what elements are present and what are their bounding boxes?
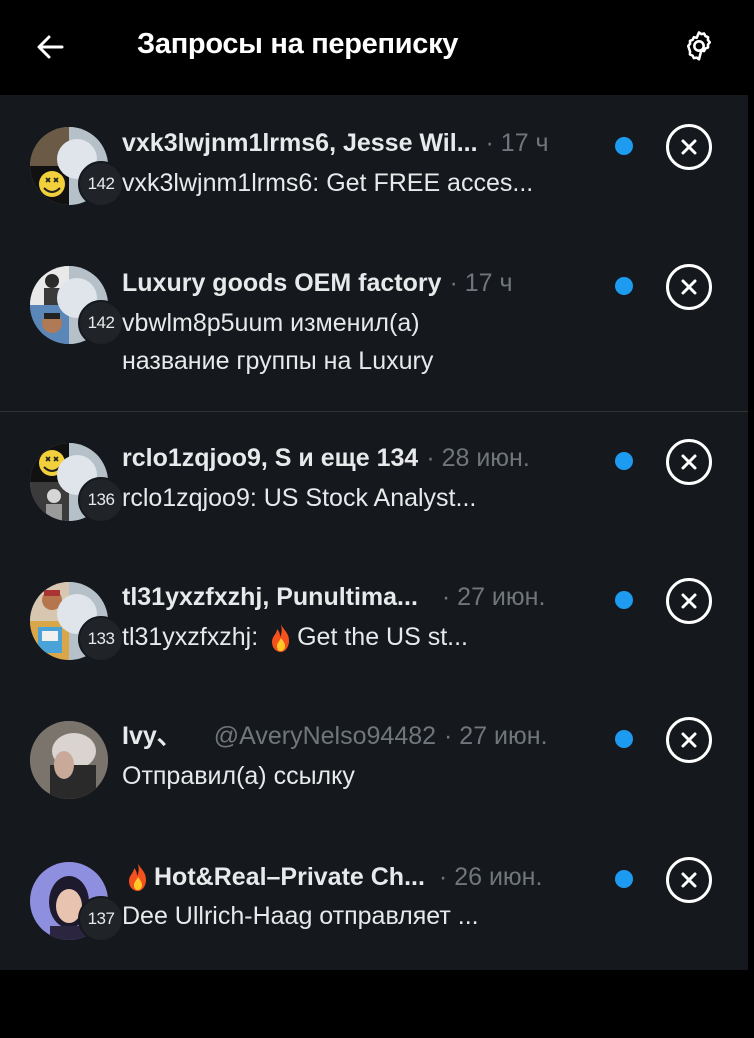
unread-dot bbox=[615, 137, 633, 155]
conversation-name: rclo1zqjoo9, S и еще 134 bbox=[122, 444, 419, 472]
list-item[interactable]: 133 tl31yxzfxzhj, Punultima... · 27 июн.… bbox=[0, 551, 748, 690]
close-icon bbox=[681, 732, 697, 748]
list-item[interactable]: 136 rclo1zqjoo9, S и еще 134 · 28 июн. r… bbox=[0, 412, 748, 551]
conversation-header: Ivy、 @AveryNelso94482 · 27 июн. bbox=[122, 721, 548, 751]
close-icon bbox=[681, 593, 697, 609]
timestamp: · 26 июн. bbox=[438, 863, 543, 891]
conversation-header: tl31yxzfxzhj, Punultima... · 27 июн. bbox=[122, 582, 545, 612]
conversation-name: Luxury goods OEM factory bbox=[122, 269, 442, 297]
message-preview-continued: название группы на Luxury bbox=[122, 347, 434, 375]
group-avatar: 142 bbox=[30, 266, 124, 346]
conversation-name: Ivy、 bbox=[122, 722, 182, 750]
participant-count-badge: 142 bbox=[78, 300, 124, 346]
message-preview: vxk3lwjnm1lrms6: Get FREE acces... bbox=[122, 169, 534, 197]
message-preview: Отправил(а) ссылку bbox=[122, 762, 355, 790]
preview-sender: tl31yxzfxzhj: bbox=[122, 623, 266, 651]
dismiss-button[interactable] bbox=[666, 857, 712, 903]
conversation-header: Hot&Real–Private Ch... · 26 июн. bbox=[122, 861, 542, 893]
list-item[interactable]: 142 vxk3lwjnm1lrms6, Jesse Wil... · 17 ч… bbox=[0, 95, 748, 235]
dismiss-button[interactable] bbox=[666, 264, 712, 310]
close-icon bbox=[681, 279, 697, 295]
list-item[interactable]: 142 Luxury goods OEM factory · 17 ч vbwl… bbox=[0, 235, 748, 411]
dismiss-button[interactable] bbox=[666, 717, 712, 763]
settings-button[interactable] bbox=[678, 25, 720, 67]
list-item[interactable]: 137 Hot&Real–Private Ch... · 26 июн. Dee… bbox=[0, 830, 748, 970]
close-icon bbox=[681, 139, 697, 155]
participant-count-badge: 136 bbox=[78, 477, 124, 523]
page-title: Запросы на переписку bbox=[137, 28, 459, 60]
participant-count-badge: 137 bbox=[78, 896, 124, 942]
dismiss-button[interactable] bbox=[666, 439, 712, 485]
conversation-name: Hot&Real–Private Ch... bbox=[154, 863, 425, 891]
dismiss-button[interactable] bbox=[666, 124, 712, 170]
avatar bbox=[30, 721, 108, 799]
top-bar: Запросы на переписку bbox=[0, 0, 754, 94]
fire-emoji-icon bbox=[272, 624, 290, 653]
dismiss-button[interactable] bbox=[666, 578, 712, 624]
timestamp: · 27 июн. bbox=[441, 583, 546, 611]
conversation-name: vxk3lwjnm1lrms6, Jesse Wil... bbox=[122, 129, 478, 157]
bottom-area bbox=[0, 970, 754, 1038]
message-preview: Dee Ullrich-Haag отправляет ... bbox=[122, 902, 479, 930]
unread-dot bbox=[615, 452, 633, 470]
preview-text: Get the US st... bbox=[297, 623, 469, 651]
message-preview: vbwlm8p5uum изменил(а) bbox=[122, 309, 420, 337]
timestamp: · 17 ч bbox=[449, 269, 513, 297]
timestamp: · 28 июн. bbox=[426, 444, 530, 472]
participant-count-badge: 142 bbox=[78, 161, 124, 207]
timestamp: · 27 июн. bbox=[444, 722, 548, 750]
gear-icon bbox=[686, 31, 712, 61]
conversation-header: Luxury goods OEM factory · 17 ч bbox=[122, 268, 513, 298]
conversation-header: vxk3lwjnm1lrms6, Jesse Wil... · 17 ч bbox=[122, 128, 549, 158]
participant-count-badge: 133 bbox=[78, 616, 124, 662]
user-avatar-wrap bbox=[30, 721, 108, 799]
unread-dot bbox=[615, 730, 633, 748]
close-icon bbox=[681, 454, 697, 470]
message-preview: rclo1zqjoo9: US Stock Analyst... bbox=[122, 484, 477, 512]
unread-dot bbox=[615, 277, 633, 295]
unread-dot bbox=[615, 591, 633, 609]
unread-dot bbox=[615, 870, 633, 888]
group-avatar: 133 bbox=[30, 582, 124, 662]
conversation-name: tl31yxzfxzhj, Punultima... bbox=[122, 583, 418, 611]
arrow-left-icon bbox=[37, 35, 64, 59]
user-handle: @AveryNelso94482 bbox=[213, 722, 437, 750]
back-button[interactable] bbox=[30, 27, 70, 67]
conversation-header: rclo1zqjoo9, S и еще 134 · 28 июн. bbox=[122, 443, 530, 473]
close-icon bbox=[681, 872, 697, 888]
message-requests-list: 142 vxk3lwjnm1lrms6, Jesse Wil... · 17 ч… bbox=[0, 95, 748, 970]
group-avatar: 136 bbox=[30, 443, 124, 523]
timestamp: · 17 ч bbox=[485, 129, 549, 157]
group-avatar: 142 bbox=[30, 127, 124, 207]
list-item[interactable]: Ivy、 @AveryNelso94482 · 27 июн. Отправил… bbox=[0, 690, 748, 830]
message-preview: tl31yxzfxzhj: Get the US st... bbox=[122, 618, 612, 656]
group-avatar: 137 bbox=[30, 862, 124, 942]
fire-emoji-icon bbox=[129, 863, 146, 891]
